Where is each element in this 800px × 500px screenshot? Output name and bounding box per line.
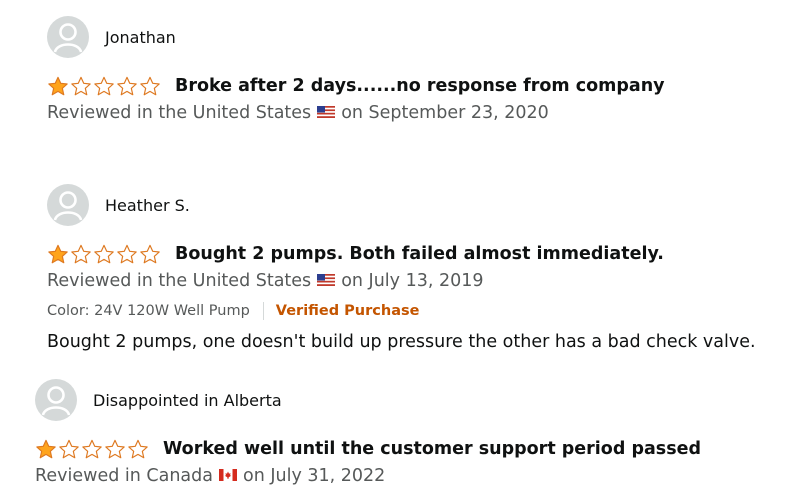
review-details: Color: 24V 120W Well Pump Verified Purch… [47, 300, 800, 322]
star-rating[interactable] [35, 439, 150, 459]
review-3: Disappointed in Alberta Worked well unti… [35, 379, 795, 489]
star-empty-icon [105, 439, 125, 459]
review-date: on July 13, 2019 [341, 271, 484, 291]
review-location: Reviewed in the United States [47, 103, 312, 123]
us-flag-icon [317, 103, 336, 123]
review-title[interactable]: Bought 2 pumps. Both failed almost immed… [175, 244, 664, 264]
star-empty-icon [140, 244, 160, 264]
star-empty-icon [117, 76, 137, 96]
review-date: on July 31, 2022 [242, 466, 386, 486]
avatar-icon[interactable] [47, 16, 89, 58]
star-empty-icon [82, 439, 102, 459]
star-empty-icon [94, 76, 114, 96]
reviewer-name[interactable]: Jonathan [105, 28, 176, 47]
avatar-icon[interactable] [35, 379, 77, 421]
review-location: Reviewed in the United States [47, 271, 312, 291]
star-empty-icon [71, 76, 91, 96]
review-1: Jonathan Broke after 2 days......no resp… [47, 16, 800, 126]
reviewer-profile[interactable]: Heather S. [47, 184, 800, 226]
review-meta: Reviewed in Canada on July 31, 2022 [35, 463, 795, 489]
reviewer-name[interactable]: Heather S. [105, 196, 190, 215]
star-empty-icon [140, 76, 160, 96]
review-meta: Reviewed in the United States on Septemb… [47, 100, 800, 126]
star-empty-icon [128, 439, 148, 459]
product-variant-link[interactable]: Color: 24V 120W Well Pump [47, 303, 250, 319]
star-empty-icon [59, 439, 79, 459]
reviewer-profile[interactable]: Jonathan [47, 16, 800, 58]
avatar-icon[interactable] [47, 184, 89, 226]
reviewer-name[interactable]: Disappointed in Alberta [93, 391, 282, 410]
review-2: Heather S. Bought 2 pumps. Both failed a… [47, 184, 800, 352]
review-location: Reviewed in Canada [35, 466, 213, 486]
review-meta: Reviewed in the United States on July 13… [47, 268, 800, 294]
review-title[interactable]: Worked well until the customer support p… [163, 439, 701, 459]
star-empty-icon [117, 244, 137, 264]
star-rating[interactable] [47, 244, 162, 264]
review-body: Bought 2 pumps, one doesn't build up pre… [47, 332, 756, 352]
star-empty-icon [71, 244, 91, 264]
star-empty-icon [94, 244, 114, 264]
canada-flag-icon [218, 466, 237, 486]
reviewer-profile[interactable]: Disappointed in Alberta [35, 379, 795, 421]
star-filled-icon [48, 76, 68, 96]
star-filled-icon [36, 439, 56, 459]
review-title[interactable]: Broke after 2 days......no response from… [175, 76, 665, 96]
divider [262, 302, 264, 320]
star-rating[interactable] [47, 76, 162, 96]
review-date: on September 23, 2020 [341, 103, 549, 123]
verified-purchase-badge: Verified Purchase [275, 303, 420, 319]
us-flag-icon [317, 271, 336, 291]
star-filled-icon [48, 244, 68, 264]
